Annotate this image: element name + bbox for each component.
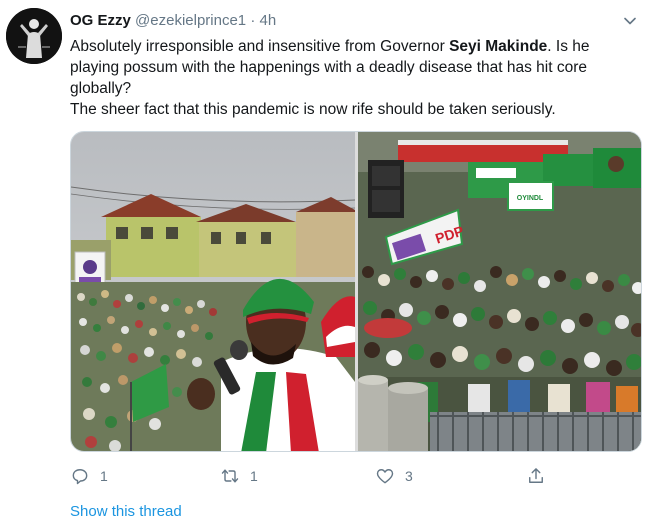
photo-right[interactable]: OYINDL PDP (358, 132, 641, 451)
like-button[interactable]: 3 (375, 464, 413, 488)
tweet-card[interactable]: OG Ezzy @ezekielprince1 · 4h Absolutely … (0, 0, 649, 530)
photo-left[interactable] (71, 132, 355, 451)
media-grid: OYINDL PDP (70, 131, 642, 452)
action-bar: 1 1 3 (70, 464, 590, 488)
show-thread-link[interactable]: Show this thread (70, 503, 182, 520)
like-count: 3 (405, 468, 413, 484)
share-icon (529, 468, 543, 483)
mention-name: Seyi Makinde (449, 38, 548, 55)
share-button[interactable] (526, 464, 556, 488)
retweet-count: 1 (250, 468, 258, 484)
tweet-text: Absolutely irresponsible and insensitive… (70, 36, 630, 120)
retweet-icon (221, 469, 239, 483)
timestamp[interactable]: 4h (260, 12, 277, 29)
avatar[interactable] (6, 8, 62, 64)
tweet-text-part1: Absolutely irresponsible and insensitive… (70, 38, 450, 55)
separator-dot: · (250, 12, 256, 29)
display-name[interactable]: OG Ezzy (70, 12, 131, 29)
user-handle[interactable]: @ezekielprince1 (135, 12, 246, 29)
tweet-header: OG Ezzy @ezekielprince1 · 4h (70, 12, 276, 32)
tweet-text-line2: The sheer fact that this pandemic is now… (70, 101, 556, 118)
heart-icon (376, 469, 394, 484)
chevron-down-icon[interactable] (621, 12, 639, 30)
banner-text-oyinlola: OYINDL (517, 195, 544, 202)
retweet-button[interactable]: 1 (220, 464, 258, 488)
reply-count: 1 (100, 468, 108, 484)
reply-button[interactable]: 1 (70, 464, 108, 488)
reply-icon (72, 469, 88, 485)
